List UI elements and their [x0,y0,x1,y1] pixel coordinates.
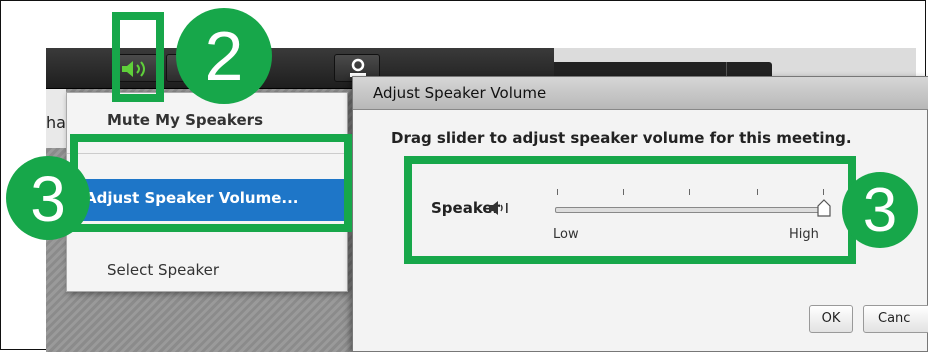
step-badge-2: 2 [176,8,272,104]
dialog-title-bar[interactable]: Adjust Speaker Volume [353,77,928,110]
ok-button[interactable]: OK [809,305,853,333]
menu-item-mute-speakers[interactable]: Mute My Speakers [107,111,263,129]
menu-item-select-speaker[interactable]: Select Speaker [107,261,219,279]
dialog-title: Adjust Speaker Volume [373,84,547,102]
side-panel-text: ha [46,113,66,132]
highlight-box-dropdown [112,12,164,102]
cancel-button[interactable]: Canc [863,305,928,333]
highlight-box-slider [404,156,856,264]
step-badge-3-menu: 3 [6,156,90,240]
highlight-box-menu-item [70,134,352,232]
dialog-message: Drag slider to adjust speaker volume for… [391,129,852,147]
step-badge-3-slider: 3 [842,172,918,248]
